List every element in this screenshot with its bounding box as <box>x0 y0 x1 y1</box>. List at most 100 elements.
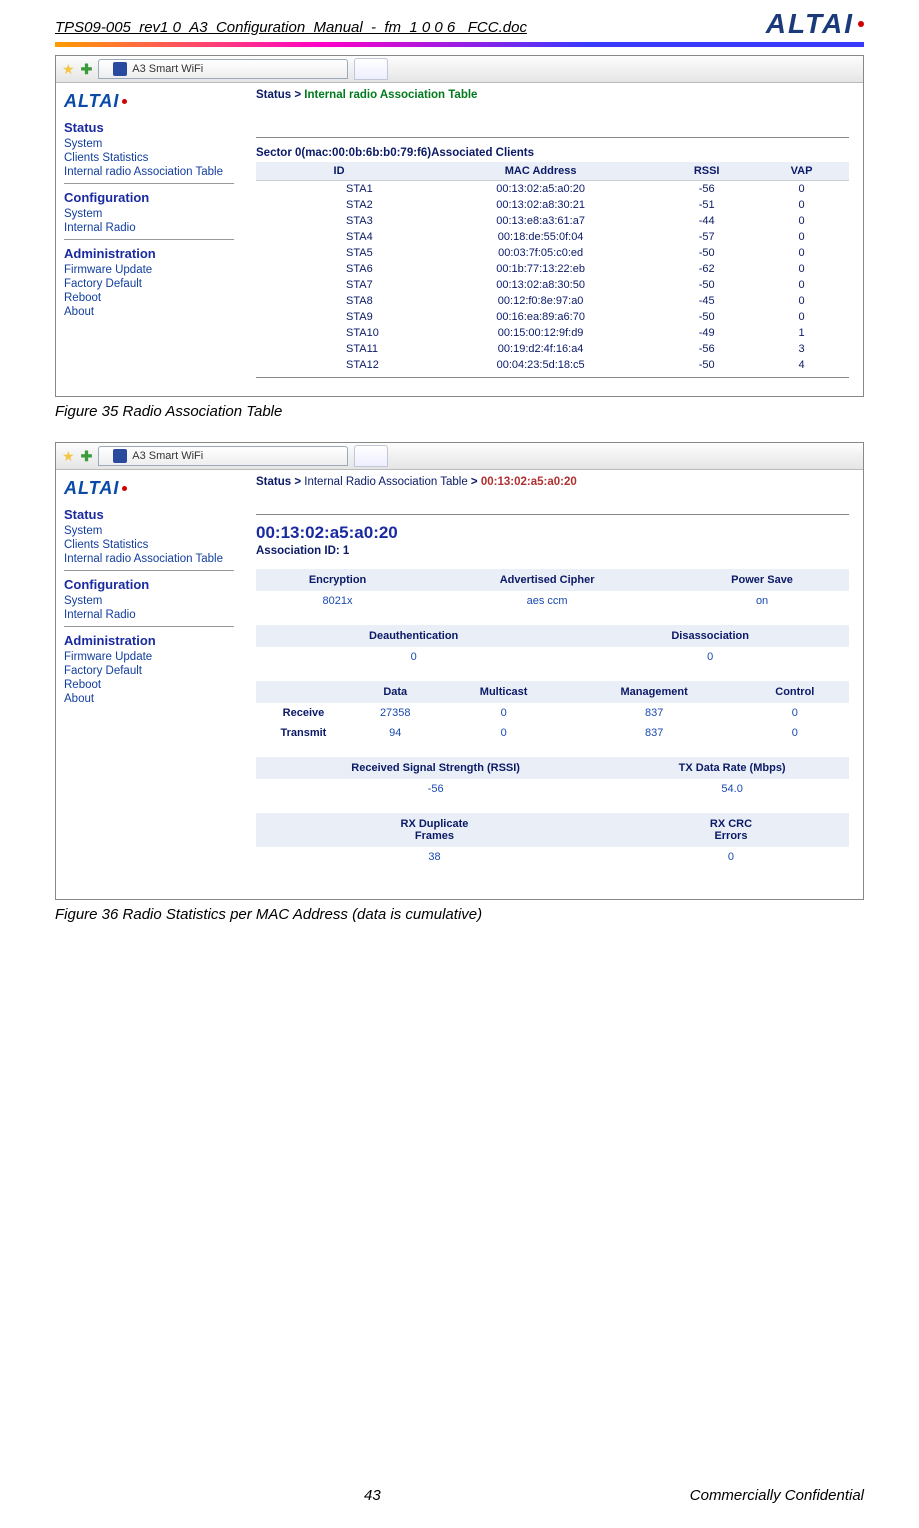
tab-title: A3 Smart WiFi <box>132 63 203 75</box>
breadcrumb-mac: 00:13:02:a5:a0:20 <box>481 476 577 488</box>
cell-rssi: -45 <box>659 293 754 309</box>
sidebar: ALTAI Status SystemClients StatisticsInt… <box>56 470 242 899</box>
browser-tab[interactable]: A3 Smart WiFi <box>98 446 348 466</box>
table-row[interactable]: STA800:12:f0:8e:97:a0-450 <box>256 293 849 309</box>
col-rssi: Received Signal Strength (RSSI) <box>256 757 615 779</box>
cell-mac: 00:13:02:a8:30:50 <box>422 277 659 293</box>
col-rx-crc: RX CRC Errors <box>613 813 849 847</box>
val-advertised-cipher: aes ccm <box>419 591 675 611</box>
table-row[interactable]: STA200:13:02:a8:30:21-510 <box>256 197 849 213</box>
cell-id: STA7 <box>256 277 422 293</box>
nav-item[interactable]: Firmware Update <box>64 263 234 277</box>
table-row[interactable]: STA100:13:02:a5:a0:20-560 <box>256 181 849 198</box>
page-footer: 43 Commercially Confidential <box>55 1487 864 1504</box>
logo-dot-icon <box>122 99 127 104</box>
cell-vap: 0 <box>754 293 849 309</box>
cell-vap: 0 <box>754 277 849 293</box>
add-favorite-icon[interactable]: ✚ <box>81 61 93 78</box>
sidebar: ALTAI Status SystemClients StatisticsInt… <box>56 83 242 396</box>
cell-vap: 0 <box>754 245 849 261</box>
val-encryption: 8021x <box>256 591 419 611</box>
nav-item[interactable]: Internal Radio <box>64 608 234 622</box>
nav-item[interactable]: Reboot <box>64 291 234 305</box>
figure-35-caption: Figure 35 Radio Association Table <box>55 403 864 420</box>
nav-item[interactable]: Reboot <box>64 678 234 692</box>
cell-mac: 00:13:e8:a3:61:a7 <box>422 213 659 229</box>
cell-mac: 00:1b:77:13:22:eb <box>422 261 659 277</box>
nav-group-configuration: Configuration <box>64 577 234 592</box>
nav-item[interactable]: Internal Radio <box>64 221 234 235</box>
browser-newtab[interactable] <box>354 445 388 467</box>
figure-36-caption: Figure 36 Radio Statistics per MAC Addre… <box>55 906 864 923</box>
nav-item[interactable]: Firmware Update <box>64 650 234 664</box>
sidebar-logo: ALTAI <box>64 478 234 499</box>
cell-rssi: -50 <box>659 357 754 373</box>
cell-rssi: -50 <box>659 277 754 293</box>
table-row[interactable]: STA1100:19:d2:4f:16:a4-563 <box>256 341 849 357</box>
table-row[interactable]: STA600:1b:77:13:22:eb-620 <box>256 261 849 277</box>
col-advertised-cipher: Advertised Cipher <box>419 569 675 591</box>
val-deauth: 0 <box>256 647 571 667</box>
favorites-star-icon[interactable]: ★ <box>62 448 75 465</box>
nav-group-status: Status <box>64 120 234 135</box>
col-rssi: RSSI <box>659 162 754 181</box>
nav-item[interactable]: Clients Statistics <box>64 538 234 552</box>
table-row[interactable]: STA700:13:02:a8:30:50-500 <box>256 277 849 293</box>
col-data: Data <box>351 681 440 703</box>
cell-rssi: -51 <box>659 197 754 213</box>
nav-item[interactable]: System <box>64 137 234 151</box>
nav-item[interactable]: System <box>64 207 234 221</box>
confidential-label: Commercially Confidential <box>690 1487 864 1504</box>
cell-id: STA10 <box>256 325 422 341</box>
nav-item[interactable]: About <box>64 305 234 319</box>
cell-rssi: -49 <box>659 325 754 341</box>
cell-id: STA11 <box>256 341 422 357</box>
nav-item[interactable]: System <box>64 594 234 608</box>
content-divider <box>256 514 849 515</box>
cell-mac: 00:13:02:a8:30:21 <box>422 197 659 213</box>
browser-tab[interactable]: A3 Smart WiFi <box>98 59 348 79</box>
cell-id: STA1 <box>256 181 422 198</box>
add-favorite-icon[interactable]: ✚ <box>81 448 93 465</box>
nav-item[interactable]: Internal radio Association Table <box>64 165 234 179</box>
table-row[interactable]: STA500:03:7f:05:c0:ed-500 <box>256 245 849 261</box>
cell-mac: 00:04:23:5d:18:c5 <box>422 357 659 373</box>
sector-title: Sector 0(mac:00:0b:6b:b0:79:f6)Associate… <box>256 144 849 162</box>
screenshot-fig36: ★ ✚ A3 Smart WiFi ALTAI Status SystemCli… <box>55 442 864 900</box>
browser-newtab[interactable] <box>354 58 388 80</box>
nav-group-administration: Administration <box>64 246 234 261</box>
breadcrumb-current: Internal radio Association Table <box>304 89 477 101</box>
table-row[interactable]: STA1200:04:23:5d:18:c5-504 <box>256 357 849 373</box>
nav-item[interactable]: Internal radio Association Table <box>64 552 234 566</box>
cell-mac: 00:03:7f:05:c0:ed <box>422 245 659 261</box>
cell-vap: 0 <box>754 229 849 245</box>
col-id: ID <box>256 162 422 181</box>
cell-control: 0 <box>741 723 849 743</box>
cell-management: 837 <box>568 723 741 743</box>
nav-item[interactable]: Clients Statistics <box>64 151 234 165</box>
col-mac: MAC Address <box>422 162 659 181</box>
val-power-save: on <box>675 591 849 611</box>
cell-multicast: 0 <box>440 723 568 743</box>
table-row[interactable]: STA400:18:de:55:0f:04-570 <box>256 229 849 245</box>
cell-vap: 0 <box>754 309 849 325</box>
cell-vap: 1 <box>754 325 849 341</box>
nav-item[interactable]: Factory Default <box>64 664 234 678</box>
table-row[interactable]: STA300:13:e8:a3:61:a7-440 <box>256 213 849 229</box>
favorites-star-icon[interactable]: ★ <box>62 61 75 78</box>
cell-id: STA4 <box>256 229 422 245</box>
table-row[interactable]: STA900:16:ea:89:a6:70-500 <box>256 309 849 325</box>
logo-dot-icon <box>858 21 864 27</box>
breadcrumb-sep: > <box>471 476 478 488</box>
col-rx-dup: RX Duplicate Frames <box>256 813 613 847</box>
col-deauth: Deauthentication <box>256 625 571 647</box>
breadcrumb-mid[interactable]: Internal Radio Association Table <box>304 476 467 488</box>
table-row[interactable]: STA1000:15:00:12:9f:d9-491 <box>256 325 849 341</box>
cell-vap: 4 <box>754 357 849 373</box>
rssi-rate-table: Received Signal Strength (RSSI) TX Data … <box>256 757 849 799</box>
nav-item[interactable]: System <box>64 524 234 538</box>
nav-item[interactable]: Factory Default <box>64 277 234 291</box>
cell-id: STA5 <box>256 245 422 261</box>
col-vap: VAP <box>754 162 849 181</box>
nav-item[interactable]: About <box>64 692 234 706</box>
